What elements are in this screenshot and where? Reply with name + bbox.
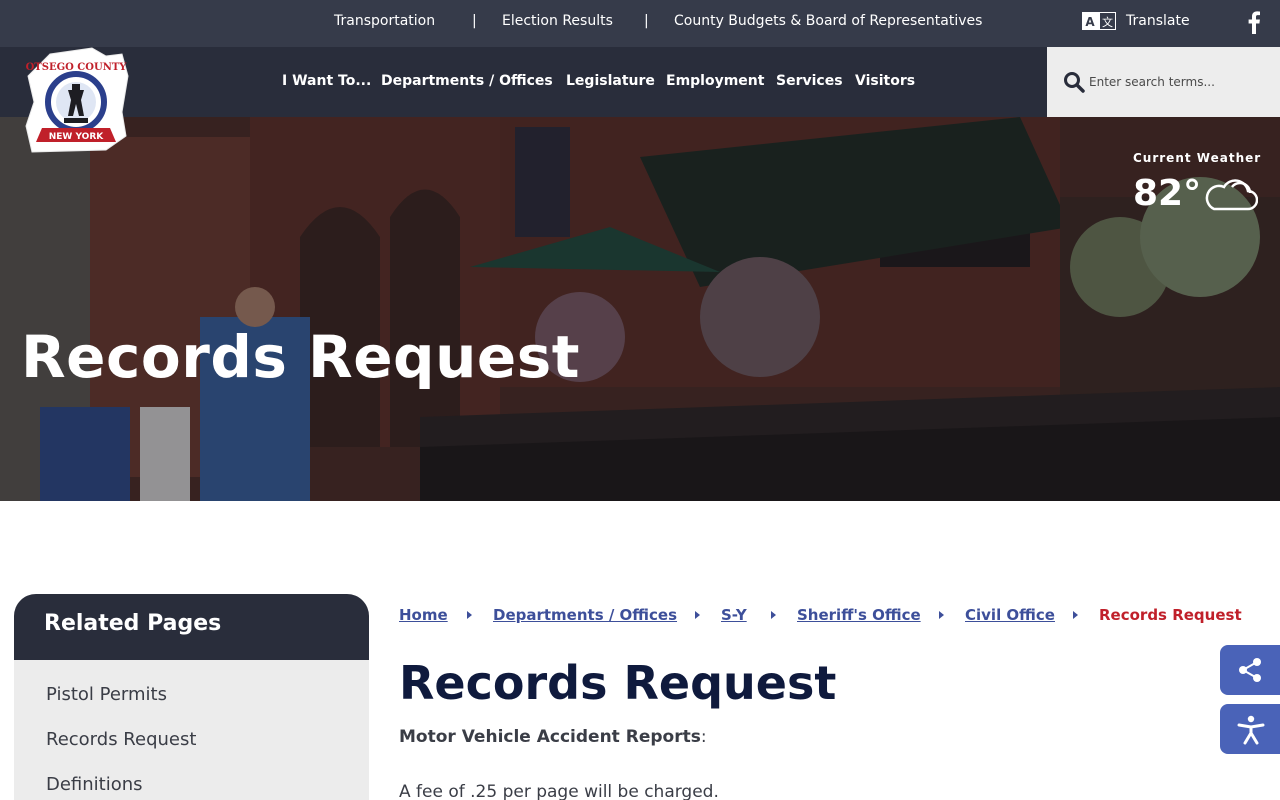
- logo-state: NEW YORK: [49, 132, 105, 142]
- utility-separator: |: [472, 13, 477, 29]
- fee-paragraph: A fee of .25 per page will be charged.: [399, 782, 719, 800]
- nav-item-visitors[interactable]: Visitors: [855, 73, 915, 89]
- weather-label: Current Weather: [1133, 151, 1262, 165]
- hero-overlay: [0, 117, 1280, 501]
- breadcrumb-civil-office[interactable]: Civil Office: [965, 606, 1055, 624]
- nav-item-i-want-to[interactable]: I Want To...: [282, 73, 371, 89]
- breadcrumb-s-y[interactable]: S-Y: [721, 606, 747, 624]
- hero-title: Records Request: [21, 323, 580, 391]
- subheading-colon: :: [700, 727, 707, 747]
- facebook-icon[interactable]: [1244, 10, 1264, 34]
- utility-bar: Transportation | Election Results | Coun…: [0, 0, 1280, 47]
- breadcrumb-separator-icon: [1073, 611, 1078, 619]
- nav-item-departments[interactable]: Departments / Offices: [381, 73, 553, 89]
- county-budgets-link[interactable]: County Budgets & Board of Representative…: [674, 13, 982, 29]
- sidebar-item-pistol-permits[interactable]: Pistol Permits: [46, 684, 167, 705]
- breadcrumb-separator-icon: [467, 611, 472, 619]
- breadcrumb-separator-icon: [695, 611, 700, 619]
- share-button[interactable]: [1220, 645, 1280, 695]
- translate-icon[interactable]: A 文: [1082, 12, 1116, 30]
- hero-banner: Records Request Current Weather 82°: [0, 117, 1280, 501]
- nav-item-services[interactable]: Services: [776, 73, 843, 89]
- section-subheading: Motor Vehicle Accident Reports:: [399, 727, 707, 747]
- accessibility-button[interactable]: [1220, 704, 1280, 754]
- search-icon[interactable]: [1063, 71, 1085, 93]
- svg-text:文: 文: [1102, 15, 1113, 29]
- nav-item-employment[interactable]: Employment: [666, 73, 764, 89]
- logo-wordmark: OTSEGO COUNTY: [26, 62, 128, 73]
- breadcrumb-departments[interactable]: Departments / Offices: [493, 606, 677, 624]
- svg-text:A: A: [1085, 15, 1095, 29]
- sidebar-item-definitions[interactable]: Definitions: [46, 774, 143, 795]
- breadcrumb-current: Records Request: [1099, 606, 1242, 624]
- otsego-county-logo[interactable]: OTSEGO COUNTY NEW YORK: [22, 46, 130, 154]
- breadcrumb-separator-icon: [771, 611, 776, 619]
- breadcrumb-sheriffs-office[interactable]: Sheriff's Office: [797, 606, 921, 624]
- related-pages-sidebar: Related Pages Pistol Permits Records Req…: [14, 594, 369, 800]
- nav-item-legislature[interactable]: Legislature: [566, 73, 655, 89]
- sidebar-item-records-request[interactable]: Records Request: [46, 729, 196, 750]
- breadcrumb-separator-icon: [939, 611, 944, 619]
- weather-temperature: 82°: [1133, 173, 1202, 214]
- cloud-icon: [1205, 179, 1258, 211]
- election-results-link[interactable]: Election Results: [502, 13, 613, 29]
- share-icon: [1239, 658, 1261, 682]
- utility-separator: |: [644, 13, 649, 29]
- search-input[interactable]: [1089, 69, 1269, 95]
- sidebar-heading: Related Pages: [14, 594, 369, 660]
- search-box: [1047, 47, 1280, 117]
- accessibility-icon: [1237, 715, 1265, 745]
- subheading-bold: Motor Vehicle Accident Reports: [399, 727, 701, 747]
- page-title: Records Request: [399, 656, 837, 710]
- transportation-link[interactable]: Transportation: [334, 13, 435, 29]
- breadcrumb-home[interactable]: Home: [399, 606, 448, 624]
- translate-link[interactable]: Translate: [1126, 13, 1190, 29]
